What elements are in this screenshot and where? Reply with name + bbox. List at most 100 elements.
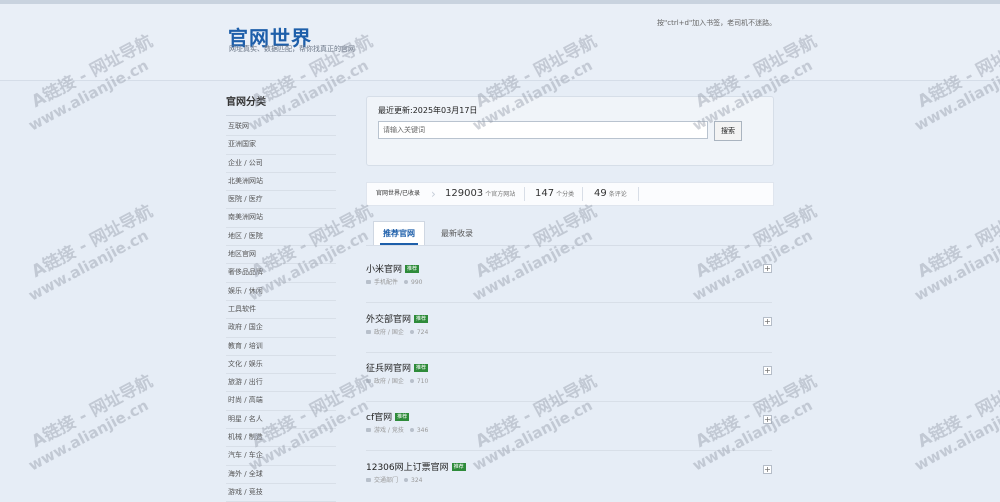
watermark: A链接 - 网址导航 www.alianjie.cn (911, 367, 1000, 474)
entry-title[interactable]: cf官网 推荐 (366, 410, 410, 423)
entry-title[interactable]: 小米官网 推荐 (366, 262, 420, 275)
entry-name-text[interactable]: 征兵网官网 (366, 364, 411, 374)
sidebar-item[interactable]: 企业 / 公司 (226, 155, 336, 173)
watermark: A链接 - 网址导航 www.alianjie.cn (25, 197, 165, 304)
stats-divider (582, 187, 583, 201)
expand-plus-icon[interactable]: + (763, 465, 772, 474)
watermark-line1: A链接 - 网址导航 (28, 201, 157, 283)
list-item[interactable]: 征兵网官网 推荐 政府 / 国企 710 + (366, 361, 772, 402)
last-update-text: 最近更新:2025年03月17日 (378, 106, 478, 115)
expand-plus-icon[interactable]: + (763, 366, 772, 375)
entry-title[interactable]: 外交部官网 推荐 (366, 312, 429, 325)
site-header: 官网世界 网址真实、数据匹配，帮你找真正的官网 按"ctrl+d"加入书签，老司… (0, 4, 1000, 81)
tabs-divider (366, 245, 772, 246)
folder-icon (366, 478, 371, 482)
sidebar-item[interactable]: 南美洲网站 (226, 209, 336, 228)
sidebar-item[interactable]: 汽车 / 车企 (226, 447, 336, 466)
sidebar-item[interactable]: 地区 / 医院 (226, 228, 336, 247)
category-label: 个分类 (556, 191, 575, 198)
entry-category[interactable]: 政府 / 国企 (374, 329, 404, 336)
entry-name-text[interactable]: 12306网上订票官网 (366, 463, 449, 473)
chevron-right-icon: › (431, 187, 436, 201)
sidebar-item[interactable]: 互联网 (226, 118, 336, 137)
search-button[interactable]: 搜索 (714, 121, 742, 141)
sidebar-item[interactable]: 政府 / 国企 (226, 319, 336, 338)
sidebar-item[interactable]: 旅游 / 出行 (226, 374, 336, 393)
folder-icon (366, 280, 371, 284)
stat-comments: 49 条评论 (594, 183, 627, 205)
sidebar-item[interactable]: 海外 / 全球 (226, 466, 336, 484)
entry-title[interactable]: 征兵网官网 推荐 (366, 361, 429, 374)
list-item[interactable]: 12306网上订票官网 推荐 交通部门 324 + (366, 460, 772, 484)
site-slogan: 网址真实、数据匹配，帮你找真正的官网 (229, 45, 355, 53)
entry-meta: 交通部门 324 (366, 475, 422, 484)
category-count: 147 (535, 188, 555, 199)
entry-meta: 游戏 / 竞技 346 (366, 425, 428, 434)
stat-sites: 129003 个官方网站 (445, 183, 515, 205)
folder-icon (366, 428, 371, 432)
sites-label: 个官方网站 (485, 191, 516, 198)
bookmark-hint: 按"ctrl+d"加入书签，老司机不迷路。 (657, 19, 777, 27)
expand-plus-icon[interactable]: + (763, 317, 772, 326)
list-item[interactable]: 外交部官网 推荐 政府 / 国企 724 + (366, 312, 772, 353)
entry-category[interactable]: 手机配件 (374, 279, 398, 286)
comment-icon (404, 478, 409, 482)
watermark: A链接 - 网址导航 www.alianjie.cn (25, 367, 165, 474)
expand-plus-icon[interactable]: + (763, 264, 772, 273)
recommend-badge: 推荐 (405, 265, 420, 273)
entry-meta: 政府 / 国企 724 (366, 327, 428, 336)
stats-divider (638, 187, 639, 201)
entry-count: 710 (416, 378, 429, 385)
sidebar-item[interactable]: 教育 / 培训 (226, 338, 336, 356)
sidebar-title: 官网分类 (226, 93, 336, 116)
comment-icon (409, 379, 414, 383)
folder-icon (366, 330, 371, 334)
watermark-line1: A链接 - 网址导航 (914, 201, 1000, 283)
sidebar-item[interactable]: 明星 / 名人 (226, 411, 336, 430)
folder-icon (366, 379, 371, 383)
watermark-line2: www.alianjie.cn (911, 396, 1000, 475)
watermark-line2: www.alianjie.cn (25, 226, 152, 305)
entry-name-text[interactable]: cf官网 (366, 413, 392, 423)
sidebar-item[interactable]: 娱乐 / 休闲 (226, 283, 336, 301)
entry-meta: 政府 / 国企 710 (366, 376, 428, 385)
entry-name-text[interactable]: 外交部官网 (366, 315, 411, 325)
sidebar-item[interactable]: 地区官网 (226, 246, 336, 265)
sidebar-item[interactable]: 文化 / 娱乐 (226, 356, 336, 375)
recommend-badge: 推荐 (451, 463, 466, 471)
sidebar-item[interactable]: 亚洲国家 (226, 136, 336, 155)
sidebar-item[interactable]: 奢侈品品牌 (226, 264, 336, 283)
recommend-badge: 推荐 (414, 364, 429, 372)
stats-breadcrumb: 官网世界/已收录 (376, 183, 420, 205)
tab-latest[interactable]: 最新收录 (441, 221, 473, 245)
comment-icon (404, 280, 409, 284)
sidebar-item[interactable]: 游戏 / 竞技 (226, 484, 336, 502)
breadcrumb-text: 官网世界/已收录 (376, 190, 421, 197)
stats-bar: 官网世界/已收录 › 129003 个官方网站 147 个分类 49 条评论 (366, 182, 774, 206)
tab-recommended[interactable]: 推荐官网 (373, 221, 425, 245)
sites-count: 129003 (445, 188, 484, 199)
list-item[interactable]: cf官网 推荐 游戏 / 竞技 346 + (366, 410, 772, 451)
entry-count: 324 (411, 477, 423, 484)
search-input[interactable]: 请输入关键词 (378, 121, 708, 139)
expand-plus-icon[interactable]: + (763, 415, 772, 424)
list-item[interactable]: 小米官网 推荐 手机配件 990 + (366, 262, 772, 303)
entry-meta: 手机配件 990 (366, 277, 422, 286)
entry-count: 724 (416, 329, 429, 336)
sidebar-item[interactable]: 工具软件 (226, 301, 336, 320)
watermark-line2: www.alianjie.cn (911, 226, 1000, 305)
sidebar-item[interactable]: 医院 / 医疗 (226, 191, 336, 210)
entry-category[interactable]: 游戏 / 竞技 (374, 427, 404, 434)
recommend-badge: 推荐 (395, 413, 410, 421)
comment-label: 条评论 (608, 191, 627, 198)
entry-category[interactable]: 交通部门 (374, 477, 398, 484)
sidebar-item[interactable]: 时尚 / 高端 (226, 392, 336, 411)
search-panel: 最近更新:2025年03月17日 请输入关键词 搜索 (366, 96, 774, 166)
stat-categories: 147 个分类 (535, 183, 574, 205)
entry-name-text[interactable]: 小米官网 (366, 265, 402, 275)
sidebar-item[interactable]: 北美洲网站 (226, 173, 336, 192)
entry-category[interactable]: 政府 / 国企 (374, 378, 404, 385)
entry-title[interactable]: 12306网上订票官网 推荐 (366, 460, 466, 473)
sidebar-item[interactable]: 机械 / 制造 (226, 429, 336, 448)
watermark-line1: A链接 - 网址导航 (28, 371, 157, 453)
